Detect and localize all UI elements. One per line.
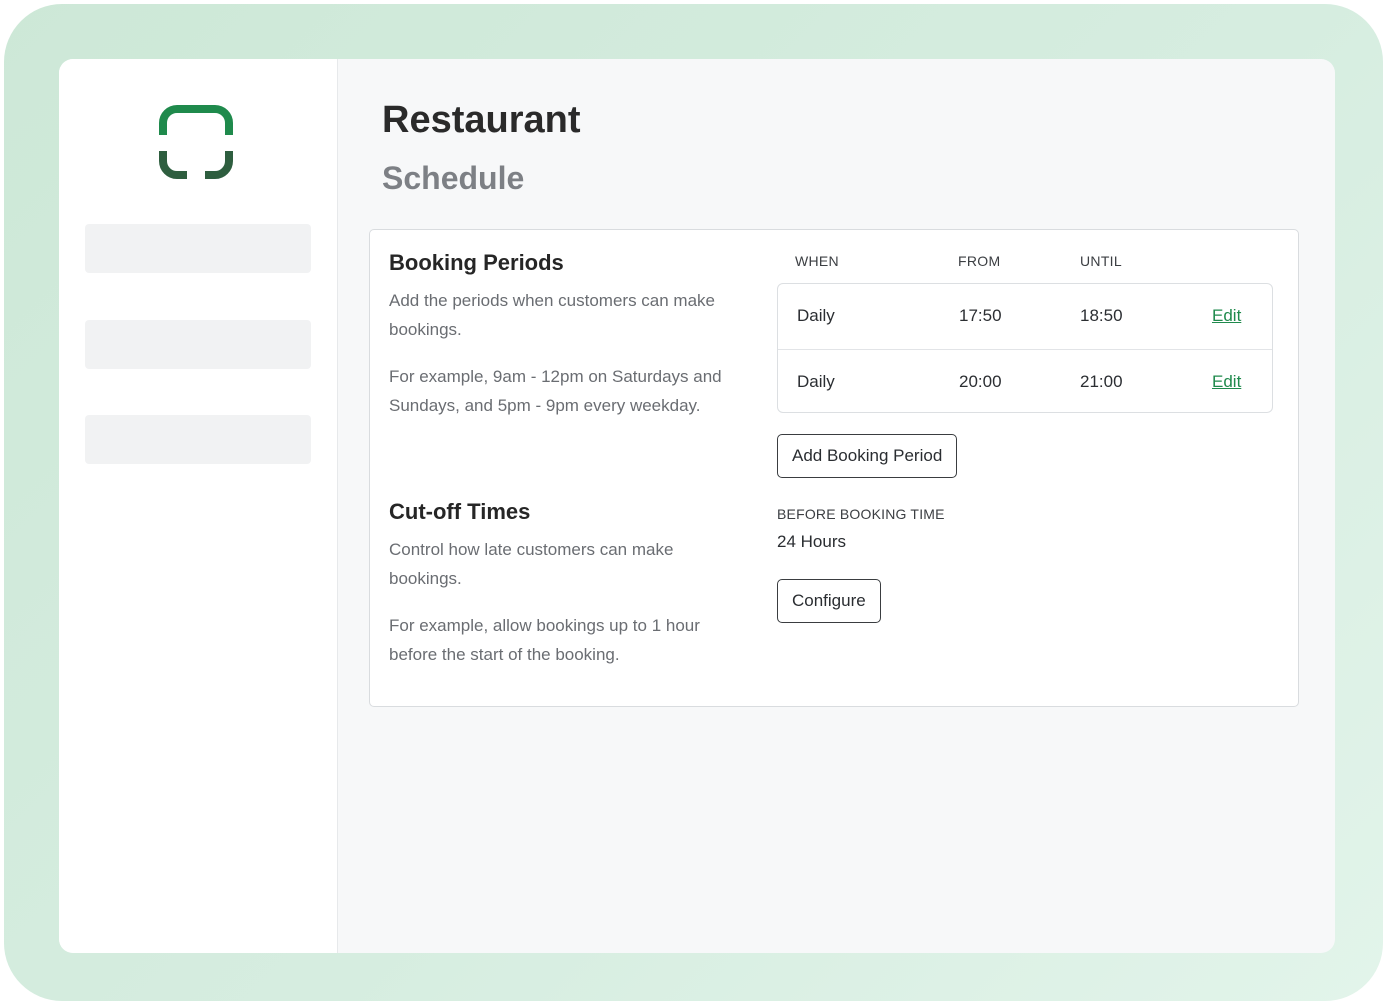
- cutoff-times-example: For example, allow bookings up to 1 hour…: [389, 616, 700, 664]
- configure-button[interactable]: Configure: [777, 579, 881, 623]
- period-from: 17:50: [959, 306, 1002, 325]
- cutoff-times-title: Cut-off Times: [389, 499, 531, 524]
- app-screen: Restaurant Schedule Booking Periods Add …: [59, 59, 1335, 953]
- period-until: 21:00: [1080, 372, 1123, 391]
- table-row: Daily 20:00 21:00 Edit: [778, 349, 1272, 414]
- period-until: 18:50: [1080, 306, 1123, 325]
- column-header-when: WHEN: [795, 253, 839, 269]
- cutoff-times-description: Control how late customers can make book…: [389, 540, 674, 588]
- period-when: Daily: [797, 306, 835, 325]
- sidebar-item-placeholder[interactable]: [85, 320, 311, 369]
- edit-period-link[interactable]: Edit: [1212, 306, 1241, 326]
- add-booking-period-button[interactable]: Add Booking Period: [777, 434, 958, 478]
- sidebar-item-placeholder[interactable]: [85, 224, 311, 273]
- table-row: Daily 17:50 18:50 Edit: [778, 284, 1272, 348]
- main-content: Restaurant Schedule Booking Periods Add …: [338, 59, 1335, 953]
- edit-period-link[interactable]: Edit: [1212, 372, 1241, 392]
- cutoff-value: 24 Hours: [777, 532, 846, 551]
- period-when: Daily: [797, 372, 835, 391]
- cutoff-label: BEFORE BOOKING TIME: [777, 506, 945, 522]
- sidebar: [59, 59, 338, 953]
- device-frame: Restaurant Schedule Booking Periods Add …: [4, 4, 1383, 1001]
- booking-periods-description: Add the periods when customers can make …: [389, 291, 716, 339]
- booking-periods-title: Booking Periods: [389, 250, 564, 275]
- column-header-from: FROM: [958, 253, 1001, 269]
- page-title: Restaurant: [382, 99, 581, 141]
- booking-periods-example: For example, 9am - 12pm on Saturdays and…: [389, 367, 722, 415]
- column-header-until: UNTIL: [1080, 253, 1122, 269]
- page-subtitle: Schedule: [382, 160, 525, 196]
- sidebar-item-placeholder[interactable]: [85, 415, 311, 464]
- period-from: 20:00: [959, 372, 1002, 391]
- app-logo-icon: [159, 105, 233, 179]
- booking-periods-table: Daily 17:50 18:50 Edit Daily 20:00 21:00…: [777, 283, 1273, 413]
- schedule-card: Booking Periods Add the periods when cus…: [369, 229, 1299, 707]
